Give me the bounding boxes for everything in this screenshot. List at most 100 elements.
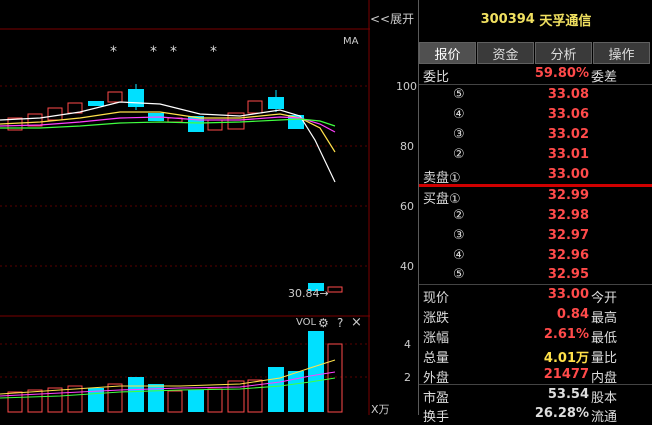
tab-quote[interactable]: 报价 xyxy=(419,42,476,64)
buy-level[interactable]: ② 32.98 xyxy=(419,207,652,227)
quote-panel: 300394 天孚通信 报价 资金 分析 操作 委比 59.80% 委差 ⑤ 3… xyxy=(418,0,652,425)
level-mark: ③ xyxy=(453,228,465,243)
candle xyxy=(107,91,123,103)
volume-bars xyxy=(7,331,343,413)
weibi-row: 委比 59.80% 委差 xyxy=(419,65,652,85)
level-price: 33.02 xyxy=(547,127,589,142)
kline-svg xyxy=(0,0,370,415)
gear-icon[interactable]: ⚙ xyxy=(318,316,329,330)
buy-level[interactable]: ③ 32.97 xyxy=(419,227,652,247)
help-icon[interactable]: ? xyxy=(337,316,343,330)
stat-label2: 最低 xyxy=(591,331,618,346)
vol-bar xyxy=(47,387,63,413)
stat-row: 涨跌 0.84 最高 xyxy=(419,306,652,326)
candle xyxy=(27,113,43,127)
level-mark: ④ xyxy=(453,248,465,263)
level-price: 32.97 xyxy=(547,228,589,243)
vol-tick: 2 xyxy=(404,371,411,384)
sell-level[interactable]: ② 33.01 xyxy=(419,146,652,166)
tab-analysis[interactable]: 分析 xyxy=(535,42,592,64)
level-price: 32.98 xyxy=(547,208,589,223)
kline-chart[interactable] xyxy=(0,0,370,415)
vol-tick: 4 xyxy=(404,338,411,351)
buy-level[interactable]: ④ 32.96 xyxy=(419,247,652,267)
vol-bar xyxy=(107,383,123,413)
price-tick: 80 xyxy=(400,140,414,153)
sell-level[interactable]: ④ 33.06 xyxy=(419,106,652,126)
weibi-label: 委比 xyxy=(423,70,450,85)
level-price: 33.01 xyxy=(547,147,589,162)
tab-funds[interactable]: 资金 xyxy=(477,42,534,64)
level-mark: ② xyxy=(453,208,465,223)
vol-bar xyxy=(167,390,183,413)
stat-row: 涨幅 2.61% 最低 xyxy=(419,326,652,346)
sell-level[interactable]: 卖盘① 33.00 xyxy=(419,166,652,186)
vol-bar xyxy=(27,389,43,413)
price-tick: 40 xyxy=(400,260,414,273)
level-price: 33.08 xyxy=(547,87,589,102)
stock-code: 300394 xyxy=(480,11,535,27)
stat-label2: 最高 xyxy=(591,311,618,326)
vol-label[interactable]: VOL xyxy=(296,317,316,328)
close-icon[interactable]: × xyxy=(351,315,362,330)
panel-tabs: 报价 资金 分析 操作 xyxy=(419,42,652,64)
sell-level[interactable]: ③ 33.02 xyxy=(419,126,652,146)
vol-bar xyxy=(128,377,144,412)
level-mark: ⑤ xyxy=(453,267,465,282)
candle xyxy=(88,101,104,106)
stat-value: 33.00 xyxy=(547,287,589,302)
vol-bar xyxy=(67,385,83,413)
stat-value: 4.01万 xyxy=(543,351,589,366)
vol-bar xyxy=(308,331,324,412)
level-price: 33.06 xyxy=(547,107,589,122)
buy-level[interactable]: ⑤ 32.95 xyxy=(419,266,652,286)
level-price: 32.95 xyxy=(547,267,589,282)
event-star: * xyxy=(150,44,157,60)
level-mark: ④ xyxy=(453,107,465,122)
stat-row: 外盘 21477 内盘 xyxy=(419,366,652,386)
stat-row: 现价 33.00 今开 xyxy=(419,286,652,306)
stat-label: 涨幅 xyxy=(423,331,450,346)
level-price: 32.99 xyxy=(547,188,589,203)
stat-value: 0.84 xyxy=(556,307,589,322)
candle xyxy=(247,100,263,114)
stat-label: 总量 xyxy=(423,351,450,366)
weicha-label: 委差 xyxy=(591,70,618,85)
ma-lines xyxy=(0,101,336,183)
event-star: * xyxy=(170,44,177,60)
stat-value: 21477 xyxy=(543,367,589,382)
sell-level[interactable]: ⑤ 33.08 xyxy=(419,86,652,106)
tab-operate[interactable]: 操作 xyxy=(593,42,650,64)
stock-title: 300394 天孚通信 xyxy=(419,0,652,38)
stat-label: 换手 xyxy=(423,410,450,425)
stat-label2: 股本 xyxy=(591,391,618,406)
vol-bar xyxy=(227,380,245,413)
level-price: 32.96 xyxy=(547,248,589,263)
stat-row: 换手 26.28% 流通 xyxy=(419,405,652,425)
stat-label2: 今开 xyxy=(591,291,618,306)
ma-label[interactable]: MA xyxy=(343,36,358,47)
event-star: * xyxy=(110,44,117,60)
stat-label: 市盈 xyxy=(423,391,450,406)
buy-level[interactable]: 买盘① 32.99 xyxy=(419,187,652,207)
vol-bar xyxy=(188,390,204,412)
weibi-value: 59.80% xyxy=(534,66,589,81)
expand-button[interactable]: <<展开 xyxy=(370,10,414,27)
level-mark: ⑤ xyxy=(453,87,465,102)
price-tick: 60 xyxy=(400,200,414,213)
stat-label2: 量比 xyxy=(591,351,618,366)
vol-bar xyxy=(207,388,223,413)
buy-label: 买盘① xyxy=(423,192,461,207)
stat-value: 2.61% xyxy=(543,327,589,342)
stat-label: 现价 xyxy=(423,291,450,306)
price-tick: 100 xyxy=(396,80,417,93)
candle xyxy=(327,286,343,293)
ma-line xyxy=(0,101,336,183)
stat-row: 总量 4.01万 量比 xyxy=(419,346,652,366)
candle xyxy=(207,119,223,131)
candle xyxy=(47,107,63,121)
stat-label: 涨跌 xyxy=(423,311,450,326)
stat-value: 26.28% xyxy=(534,406,589,421)
stat-row: 市盈 53.54 股本 xyxy=(419,386,652,406)
level-mark: ② xyxy=(453,147,465,162)
